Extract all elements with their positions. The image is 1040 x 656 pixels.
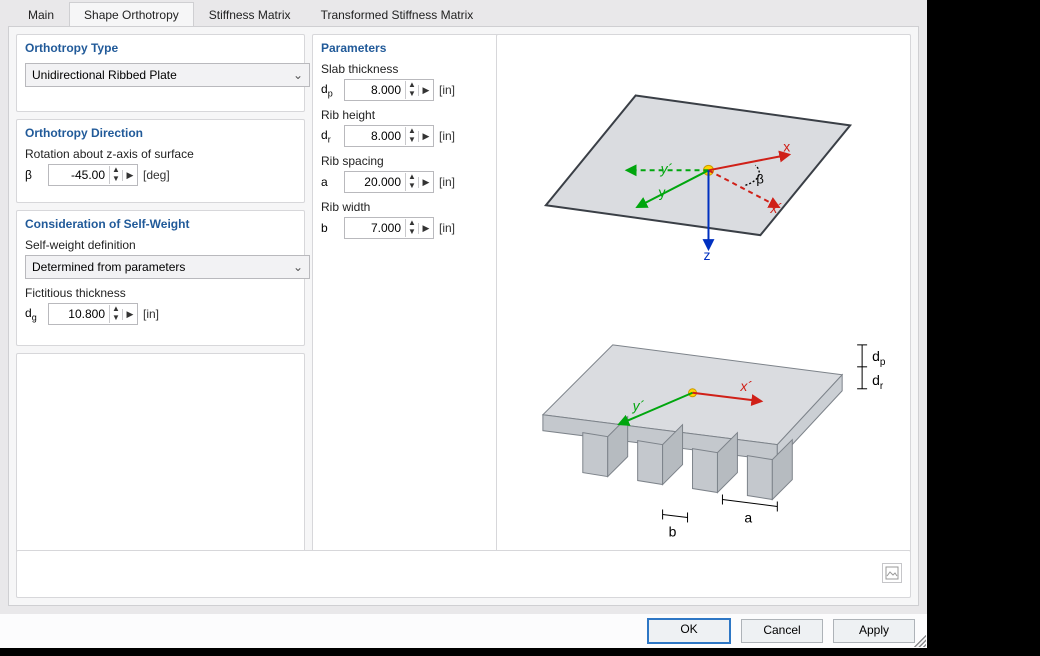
beta-unit: [deg]: [143, 168, 170, 182]
dp-input[interactable]: ▲▼ ▶: [344, 79, 434, 101]
dp-input-field[interactable]: [345, 81, 405, 99]
svg-text:x´: x´: [769, 200, 782, 216]
beta-input[interactable]: ▲▼ ▶: [48, 164, 138, 186]
tab-shape-orthotropy[interactable]: Shape Orthotropy: [69, 2, 194, 26]
self-weight-def-label: Self-weight definition: [25, 238, 296, 252]
spin-down-icon[interactable]: ▼: [406, 90, 418, 99]
svg-text:dp: dp: [872, 348, 886, 368]
b-symbol: b: [321, 221, 339, 235]
cancel-button[interactable]: Cancel: [741, 619, 823, 643]
step-right-icon[interactable]: ▶: [418, 177, 433, 188]
rotation-label: Rotation about z-axis of surface: [25, 147, 296, 161]
rib-spacing-label: Rib spacing: [321, 154, 498, 168]
orthotropy-type-value: Unidirectional Ribbed Plate: [32, 68, 177, 82]
dr-unit: [in]: [439, 129, 455, 143]
slab-thickness-label: Slab thickness: [321, 62, 498, 76]
orthotropy-direction-title: Orthotropy Direction: [25, 126, 296, 140]
svg-text:y´: y´: [660, 160, 673, 176]
step-right-icon[interactable]: ▶: [122, 309, 137, 320]
a-input-field[interactable]: [345, 173, 405, 191]
spin-down-icon[interactable]: ▼: [110, 175, 122, 184]
svg-text:x: x: [783, 138, 790, 154]
self-weight-title: Consideration of Self-Weight: [25, 217, 296, 231]
fictitious-thickness-label: Fictitious thickness: [25, 286, 296, 300]
svg-text:y: y: [659, 184, 666, 200]
dg-unit: [in]: [143, 307, 159, 321]
apply-button[interactable]: Apply: [833, 619, 915, 643]
step-right-icon[interactable]: ▶: [418, 85, 433, 96]
tab-stiffness-matrix[interactable]: Stiffness Matrix: [194, 2, 306, 26]
svg-text:a: a: [744, 509, 752, 525]
tab-bar: Main Shape Orthotropy Stiffness Matrix T…: [0, 0, 927, 26]
rib-width-label: Rib width: [321, 200, 498, 214]
orthotropy-type-title: Orthotropy Type: [25, 41, 296, 55]
resize-grip-icon[interactable]: [914, 635, 926, 647]
beta-input-field[interactable]: [49, 166, 109, 184]
spin-down-icon[interactable]: ▼: [110, 314, 122, 323]
insert-image-icon[interactable]: [882, 563, 902, 583]
tab-transformed-stiffness-matrix[interactable]: Transformed Stiffness Matrix: [306, 2, 489, 26]
self-weight-def-value: Determined from parameters: [32, 260, 185, 274]
self-weight-def-combo[interactable]: Determined from parameters ⌄: [25, 255, 310, 279]
dp-unit: [in]: [439, 83, 455, 97]
dr-input[interactable]: ▲▼ ▶: [344, 125, 434, 147]
parameters-title: Parameters: [321, 41, 498, 55]
dr-symbol: dr: [321, 128, 339, 144]
step-right-icon[interactable]: ▶: [418, 223, 433, 234]
svg-text:x´: x´: [739, 378, 752, 394]
step-right-icon[interactable]: ▶: [122, 170, 137, 181]
step-right-icon[interactable]: ▶: [418, 131, 433, 142]
svg-text:y´: y´: [632, 398, 645, 414]
dr-input-field[interactable]: [345, 127, 405, 145]
orthotropy-type-combo[interactable]: Unidirectional Ribbed Plate ⌄: [25, 63, 310, 87]
preview-illustration-icon: y´ y x x´ z β: [497, 35, 910, 555]
dg-input[interactable]: ▲▼ ▶: [48, 303, 138, 325]
ok-button[interactable]: OK: [647, 618, 731, 644]
a-symbol: a: [321, 175, 339, 189]
svg-text:β: β: [756, 171, 763, 186]
spin-down-icon[interactable]: ▼: [406, 228, 418, 237]
svg-text:dr: dr: [872, 372, 884, 392]
beta-symbol: β: [25, 168, 43, 182]
svg-text:z: z: [704, 247, 711, 263]
spin-down-icon[interactable]: ▼: [406, 136, 418, 145]
svg-text:b: b: [669, 523, 677, 539]
b-input-field[interactable]: [345, 219, 405, 237]
a-unit: [in]: [439, 175, 455, 189]
rib-height-label: Rib height: [321, 108, 498, 122]
dg-symbol: dg: [25, 306, 43, 322]
tab-main[interactable]: Main: [13, 2, 69, 26]
a-input[interactable]: ▲▼ ▶: [344, 171, 434, 193]
spin-down-icon[interactable]: ▼: [406, 182, 418, 191]
b-input[interactable]: ▲▼ ▶: [344, 217, 434, 239]
chevron-down-icon: ⌄: [293, 260, 303, 274]
chevron-down-icon: ⌄: [293, 68, 303, 82]
dg-input-field[interactable]: [49, 305, 109, 323]
preview-panel: y´ y x x´ z β: [496, 34, 911, 556]
dp-symbol: dp: [321, 82, 339, 98]
b-unit: [in]: [439, 221, 455, 235]
